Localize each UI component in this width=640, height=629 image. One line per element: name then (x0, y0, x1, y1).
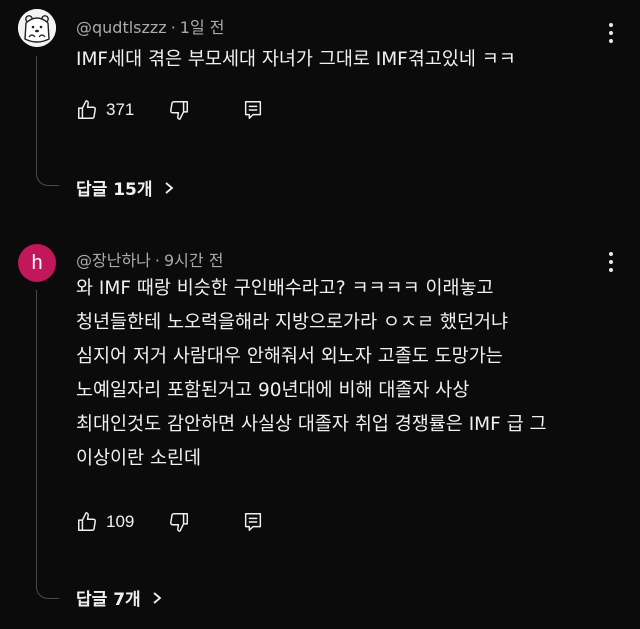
comment-text-line: IMF세대 겪은 부모세대 자녀가 그대로 IMF겪고있네 ㅋㅋ (76, 49, 516, 70)
reply-button[interactable] (242, 511, 264, 533)
avatar[interactable] (18, 9, 56, 47)
view-replies-button[interactable]: 답글 7개 (76, 585, 163, 610)
comment-text-line: 최대인것도 감안하면 사실상 대졸자 취업 경쟁률은 IMF 급 그 (76, 414, 547, 435)
dislike-button[interactable] (168, 511, 190, 533)
meta-separator: · (154, 251, 160, 270)
comment-text: 와 IMF 때랑 비슷한 구인배수라고? ㅋㅋㅋㅋ 이래놓고 청년들한테 노오력… (76, 272, 616, 476)
comment-actions: 371 (76, 97, 264, 123)
thread-connector (36, 290, 59, 599)
comment-text-line: 청년들한테 노오력을해라 지방으로가라 ㅇㅈㄹ 했던거냐 (76, 312, 509, 333)
avatar-letter: h (31, 251, 43, 274)
thread-connector (36, 56, 59, 186)
meta-separator: · (170, 18, 176, 37)
more-options-icon[interactable] (608, 252, 614, 272)
comment-1: @qudtlszzz · 1일 전 IMF세대 겪은 부모세대 자녀가 그대로 IM… (0, 0, 640, 218)
reply-comment-icon (245, 101, 262, 119)
thumbs-up-icon (78, 100, 96, 119)
avatar[interactable]: h (18, 244, 56, 282)
author-handle[interactable]: @장난하나 (76, 251, 151, 270)
comment-meta: @qudtlszzz · 1일 전 (76, 14, 225, 38)
polar-bear-icon (18, 9, 56, 47)
comment-text-line: 이상이란 소린데 (76, 448, 202, 469)
comment-text-line: 와 IMF 때랑 비슷한 구인배수라고? ㅋㅋㅋㅋ 이래놓고 (76, 278, 494, 299)
comment-text: IMF세대 겪은 부모세대 자녀가 그대로 IMF겪고있네 ㅋㅋ (76, 43, 616, 77)
thumbs-up-icon (78, 512, 96, 531)
comment-text-line: 노예일자리 포함된거고 90년대에 비해 대졸자 사상 (76, 380, 470, 401)
comment-meta: @장난하나 · 9시간 전 (76, 247, 223, 271)
comment-time: 9시간 전 (163, 251, 224, 270)
chevron-right-icon (153, 591, 162, 604)
reply-button[interactable] (242, 99, 264, 121)
view-replies-button[interactable]: 답글 15개 (76, 175, 175, 200)
author-handle[interactable]: @qudtlszzz (76, 18, 167, 37)
replies-label: 답글 15개 (76, 180, 153, 200)
thumbs-down-icon (170, 513, 189, 532)
like-button[interactable]: 109 (76, 511, 134, 533)
comment-2: h @장난하나 · 9시간 전 와 IMF 때랑 비슷한 구인배수라고? ㅋㅋㅋㅋ … (0, 222, 640, 629)
like-count: 109 (106, 512, 135, 531)
dislike-button[interactable] (168, 99, 190, 121)
like-count: 371 (106, 100, 135, 119)
replies-label: 답글 7개 (76, 590, 141, 610)
like-button[interactable]: 371 (76, 99, 134, 121)
comment-text-line: 심지어 저거 사람대우 안해줘서 외노자 고졸도 도망가는 (76, 346, 503, 367)
comment-time: 1일 전 (179, 18, 225, 37)
thumbs-down-icon (170, 101, 189, 120)
reply-comment-icon (245, 513, 262, 531)
more-options-icon[interactable] (608, 23, 614, 43)
comment-actions: 109 (76, 509, 264, 535)
chevron-right-icon (164, 181, 173, 194)
